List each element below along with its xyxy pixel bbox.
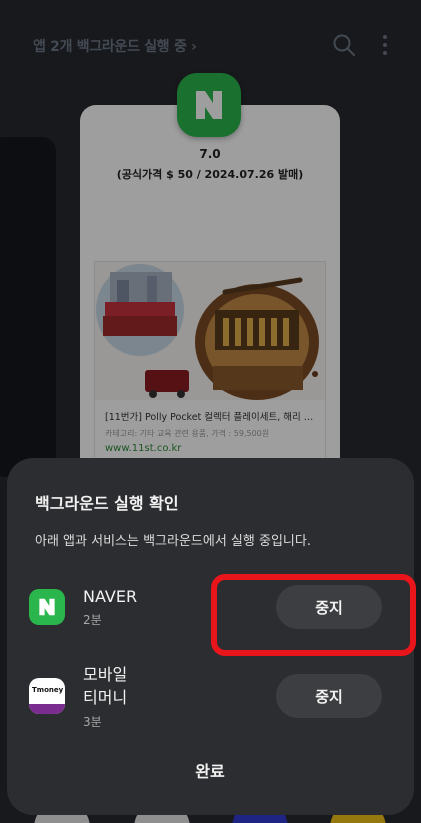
- app-name-line2: 티머니: [83, 688, 128, 707]
- done-button[interactable]: 완료: [160, 755, 260, 785]
- app-row-tmoney: Tmoney 모바일 티머니 3분 중지: [7, 658, 414, 738]
- tmoney-icon: Tmoney: [29, 678, 65, 714]
- tmoney-logo-text: Tmoney: [32, 686, 64, 694]
- dialog-title: 백그라운드 실행 확인: [35, 494, 179, 513]
- app-name: NAVER: [83, 587, 138, 606]
- naver-n-icon: [39, 598, 55, 616]
- dialog-description: 아래 앱과 서비스는 백그라운드에서 실행 중입니다.: [35, 534, 311, 549]
- app-name-line1: 모바일: [83, 665, 128, 684]
- app-run-time: 3분: [83, 715, 102, 729]
- stop-button-tmoney[interactable]: 중지: [276, 674, 382, 718]
- app-run-time: 2분: [83, 613, 102, 627]
- naver-icon: [29, 589, 65, 625]
- highlight-box: [211, 574, 416, 656]
